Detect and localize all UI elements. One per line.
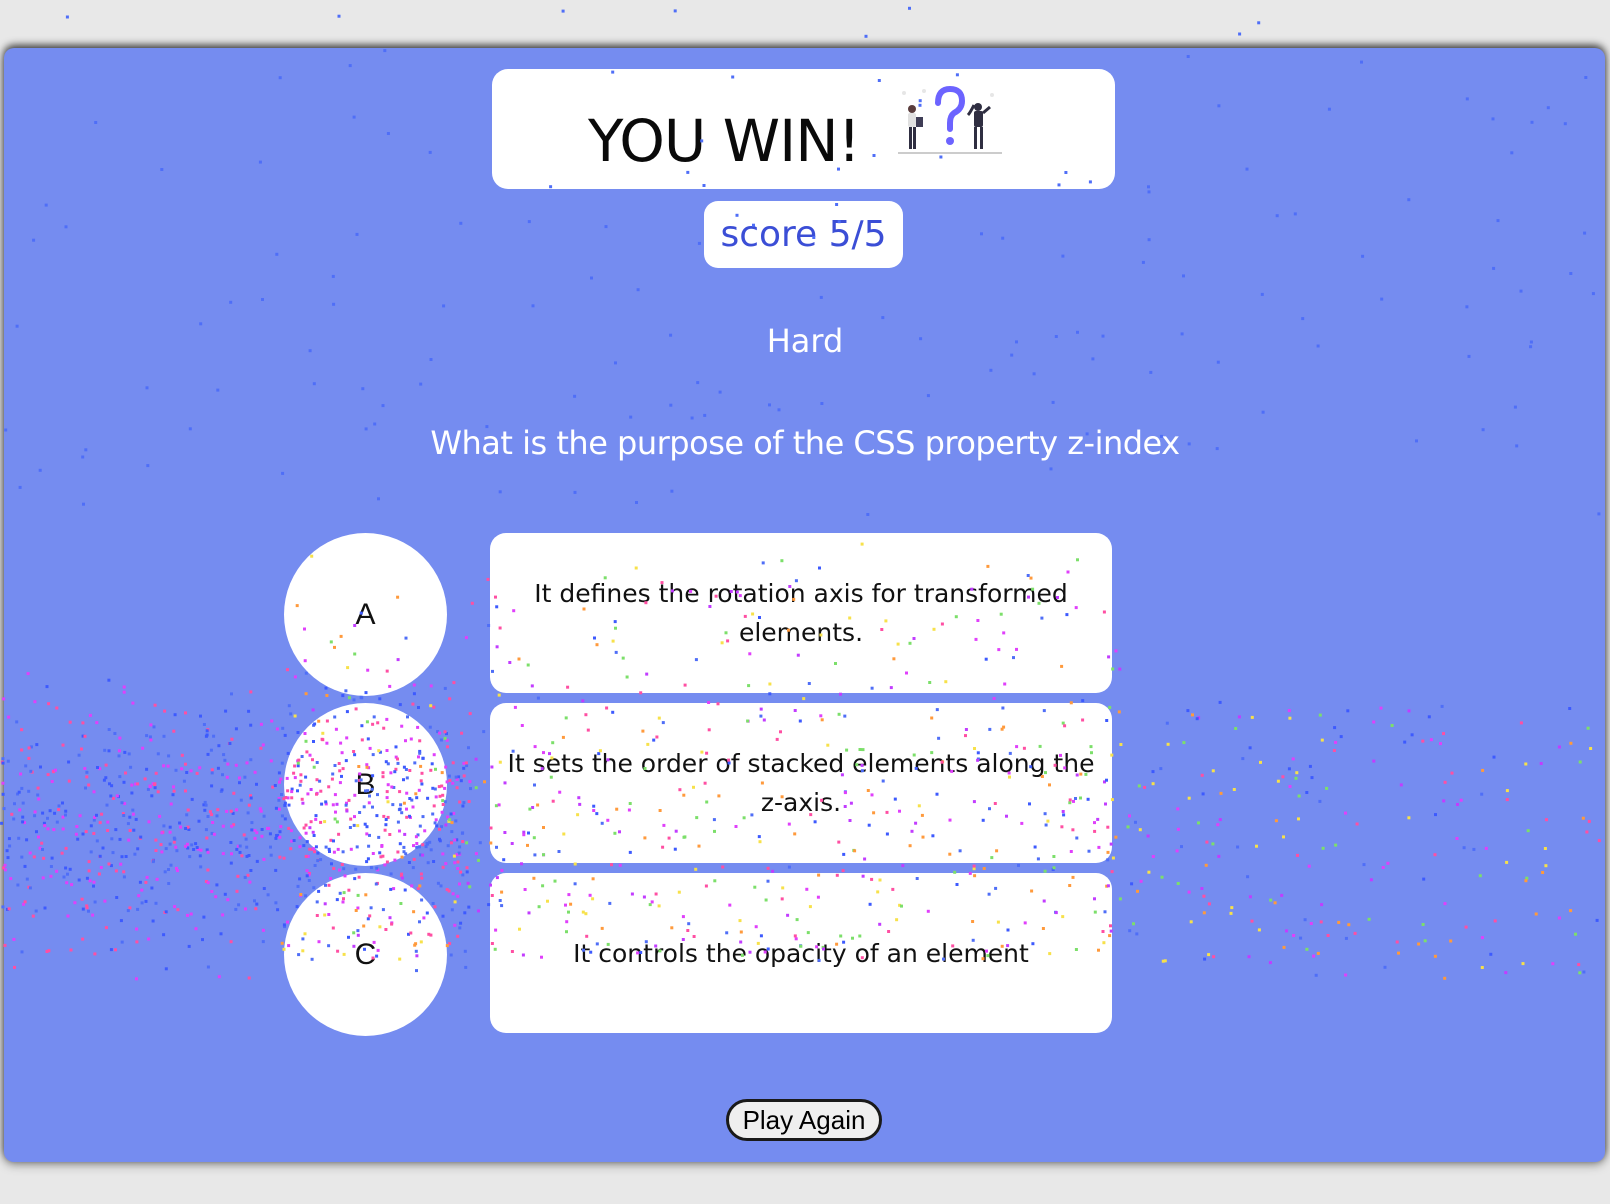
answer-b-letter[interactable]: B: [284, 703, 447, 866]
confetti-piece: [1257, 21, 1261, 25]
question-text: What is the purpose of the CSS property …: [430, 424, 1180, 462]
confetti-piece: [561, 9, 565, 13]
difficulty-label: Hard: [766, 322, 844, 360]
score-badge: score 5/5: [704, 201, 903, 268]
answer-c-letter[interactable]: C: [284, 873, 447, 1036]
confetti-piece: [0, 821, 4, 825]
answer-a-letter[interactable]: A: [284, 533, 447, 696]
result-title: YOU WIN!: [588, 107, 861, 175]
answer-b-option[interactable]: It sets the order of stacked elements al…: [490, 703, 1112, 863]
confetti-piece: [65, 15, 69, 19]
answer-c-option[interactable]: It controls the opacity of an element: [490, 873, 1112, 1033]
confetti-piece: [864, 34, 868, 38]
confetti-piece: [908, 6, 911, 10]
confetti-piece: [673, 9, 677, 13]
play-again-button[interactable]: Play Again: [726, 1099, 882, 1141]
confetti-piece: [1238, 32, 1242, 36]
result-banner: YOU WIN!: [492, 69, 1115, 189]
confetti-piece: [337, 14, 341, 18]
answer-a-option[interactable]: It defines the rotation axis for transfo…: [490, 533, 1112, 693]
question-mark-people-icon: [898, 85, 1002, 154]
